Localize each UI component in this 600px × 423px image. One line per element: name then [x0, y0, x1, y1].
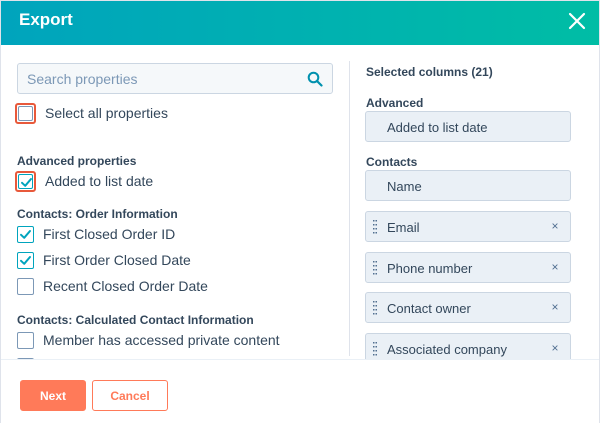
- drag-handle-icon[interactable]: [373, 342, 377, 356]
- checkmark-icon: [20, 255, 31, 265]
- selected-column-label: Associated company: [387, 342, 507, 357]
- property-checkbox[interactable]: [17, 225, 34, 243]
- selected-columns-heading: Selected columns (21): [366, 65, 493, 79]
- drag-handle-icon[interactable]: [373, 301, 377, 315]
- select-all-label: Select all properties: [45, 105, 168, 121]
- selected-column-label: Email: [387, 220, 420, 235]
- group-title-calculated-contact-information: Contacts: Calculated Contact Information: [17, 313, 254, 327]
- section-title-contacts: Contacts: [366, 155, 418, 169]
- drag-handle-icon[interactable]: [373, 261, 377, 275]
- search-input[interactable]: [18, 64, 298, 93]
- remove-column-button[interactable]: ×: [550, 220, 560, 232]
- property-checkbox[interactable]: [17, 331, 34, 349]
- remove-column-button[interactable]: ×: [550, 301, 560, 313]
- selected-column-item: Name: [365, 170, 571, 201]
- property-checkbox-row[interactable]: First Closed Order ID: [17, 224, 175, 244]
- search-icon[interactable]: [307, 71, 323, 87]
- group-title-advanced: Advanced properties: [17, 154, 137, 168]
- property-label: Recent Closed Order Date: [43, 278, 208, 294]
- property-checkbox-row[interactable]: First Order Closed Date: [17, 250, 191, 270]
- property-label: First Order Closed Date: [43, 252, 191, 268]
- property-checkbox-row[interactable]: Recent Closed Order Date: [17, 276, 208, 296]
- scrollbar[interactable]: [579, 53, 583, 357]
- modal-header: Export: [1, 1, 599, 45]
- select-all-checkbox-row[interactable]: Select all properties: [15, 102, 168, 124]
- selected-column-label: Name: [387, 179, 422, 194]
- remove-column-button[interactable]: ×: [550, 261, 560, 273]
- property-checkbox[interactable]: [17, 251, 34, 269]
- checkmark-icon: [20, 229, 31, 239]
- close-icon: [568, 12, 586, 30]
- selected-column-label: Phone number: [387, 261, 473, 276]
- property-checkbox[interactable]: [17, 277, 34, 295]
- cancel-button[interactable]: Cancel: [92, 380, 168, 411]
- property-checkbox-row[interactable]: Member has accessed private content: [17, 330, 280, 350]
- group-title-order-information: Contacts: Order Information: [17, 207, 178, 221]
- property-checkbox-row[interactable]: Added to list date: [15, 170, 154, 192]
- selected-column-item: Added to list date: [365, 111, 571, 142]
- property-label: First Closed Order ID: [43, 226, 176, 242]
- selected-column-label: Contact owner: [387, 301, 471, 316]
- modal-title: Export: [19, 10, 73, 29]
- remove-column-button[interactable]: ×: [550, 342, 560, 354]
- selected-column-label: Added to list date: [387, 120, 488, 135]
- selected-columns-pane: Selected columns (21) Advanced Added to …: [350, 45, 586, 359]
- selected-column-item[interactable]: Associated company ×: [365, 333, 571, 359]
- checkmark-icon: [21, 177, 32, 187]
- selected-column-item[interactable]: Email ×: [365, 211, 571, 242]
- drag-handle-icon[interactable]: [373, 220, 377, 234]
- section-title-advanced: Advanced: [366, 96, 424, 110]
- selected-column-item[interactable]: Contact owner ×: [365, 292, 571, 323]
- property-label: Added to list date: [45, 173, 154, 189]
- selected-column-item[interactable]: Phone number ×: [365, 252, 571, 283]
- property-checkbox[interactable]: [15, 170, 36, 192]
- modal-footer: Next Cancel: [1, 359, 599, 423]
- properties-pane: Select all properties Advanced propertie…: [1, 45, 349, 359]
- search-box: [17, 63, 333, 94]
- close-button[interactable]: [563, 7, 591, 35]
- next-button[interactable]: Next: [20, 380, 86, 411]
- select-all-checkbox[interactable]: [15, 102, 36, 124]
- export-modal: Export Select all properties Advanced pr…: [0, 0, 600, 423]
- property-label: Member has accessed private content: [43, 332, 280, 348]
